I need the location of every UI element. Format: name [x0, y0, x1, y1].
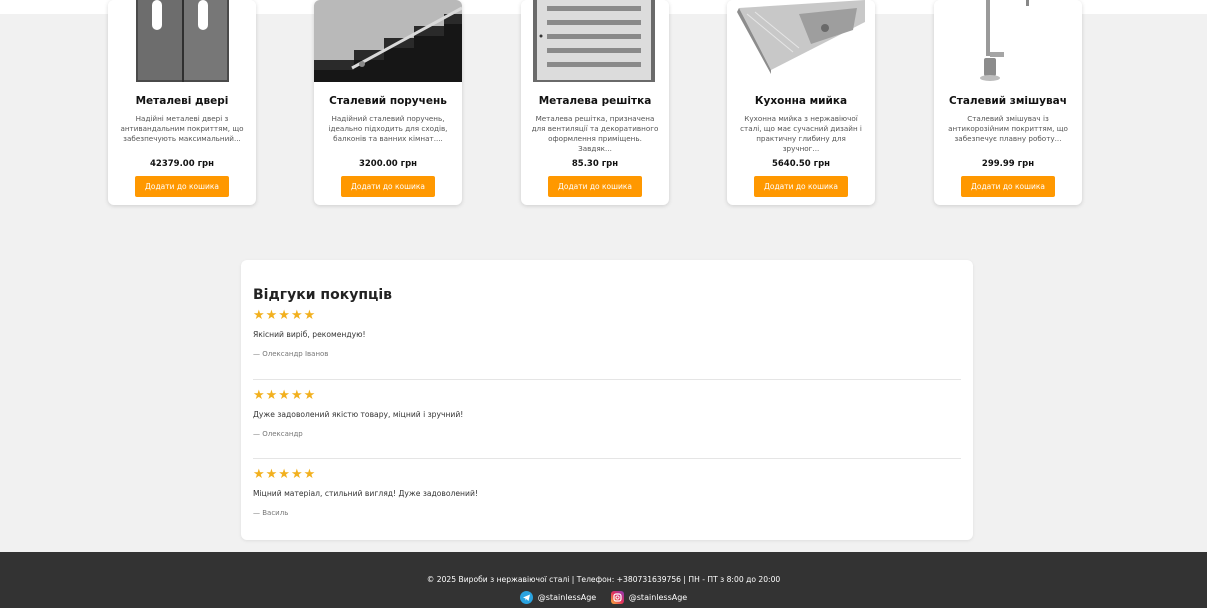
product-description: Сталевий змішувач із антикорозійним покр…: [948, 114, 1068, 143]
product-price: 299.99 грн: [981, 159, 1035, 169]
review-item: ★★★★★ Міцний матеріал, стильний вигляд! …: [253, 467, 961, 517]
review-text: Якісний виріб, рекомендую!: [253, 330, 366, 339]
review-item: ★★★★★ Якісний виріб, рекомендую! — Олекс…: [253, 308, 961, 358]
review-divider: [253, 458, 961, 459]
review-author: — Василь: [253, 509, 289, 517]
product-price: 42379.00 грн: [150, 159, 214, 169]
telegram-handle[interactable]: @stainlessAge: [538, 593, 596, 602]
product-description: Кухонна мийка з нержавіючої сталі, що ма…: [740, 114, 862, 153]
instagram-link[interactable]: @stainlessAge: [610, 591, 687, 604]
product-description: Металева решітка, призначена для вентиля…: [531, 114, 659, 153]
metal-door-image[interactable]: [108, 0, 256, 82]
add-to-cart-button[interactable]: Додати до кошика: [135, 176, 229, 197]
product-description: Надійний сталевий поручень, ідеально під…: [328, 114, 448, 143]
metal-grille-image[interactable]: [521, 0, 669, 82]
product-description: Надійні металеві двері з антивандальним …: [120, 114, 244, 143]
product-price: 85.30 грн: [571, 159, 619, 169]
add-to-cart-button[interactable]: Додати до кошика: [961, 176, 1055, 197]
product-name[interactable]: Металева решітка: [521, 95, 669, 107]
telegram-icon: [519, 591, 533, 604]
social-links: @stainlessAge @stainlessAge: [0, 591, 1207, 606]
kitchen-sink-image[interactable]: [727, 0, 875, 82]
star-rating: ★★★★★: [253, 467, 317, 482]
product-name[interactable]: Кухонна мийка: [727, 95, 875, 107]
add-to-cart-button[interactable]: Додати до кошика: [754, 176, 848, 197]
site-footer: © 2025 Вироби з нержавіючої сталі | Теле…: [0, 552, 1207, 608]
review-text: Міцний матеріал, стильний вигляд! Дуже з…: [253, 489, 478, 498]
steel-faucet-image[interactable]: [934, 0, 1082, 82]
review-text: Дуже задоволений якістю товару, міцний і…: [253, 410, 464, 419]
instagram-handle[interactable]: @stainlessAge: [629, 593, 687, 602]
review-item: ★★★★★ Дуже задоволений якістю товару, мі…: [253, 388, 961, 438]
product-card: Кухонна мийка Кухонна мийка з нержавіючо…: [727, 0, 875, 205]
star-rating: ★★★★★: [253, 388, 317, 403]
product-price: 5640.50 грн: [771, 159, 831, 169]
product-card: Металева решітка Металева решітка, призн…: [521, 0, 669, 205]
product-name[interactable]: Сталевий змішувач: [934, 95, 1082, 107]
star-rating: ★★★★★: [253, 308, 317, 323]
review-author: — Олександр Іванов: [253, 350, 329, 358]
product-name[interactable]: Металеві двері: [108, 95, 256, 107]
product-price: 3200.00 грн: [358, 159, 418, 169]
product-card: Сталевий змішувач Сталевий змішувач із а…: [934, 0, 1082, 205]
instagram-icon: [610, 591, 624, 604]
review-divider: [253, 379, 961, 380]
review-author: — Олександр: [253, 430, 303, 438]
footer-info: © 2025 Вироби з нержавіючої сталі | Теле…: [426, 575, 781, 584]
product-card: Металеві двері Надійні металеві двері з …: [108, 0, 256, 205]
add-to-cart-button[interactable]: Додати до кошика: [341, 176, 435, 197]
product-grid: Металеві двері Надійні металеві двері з …: [0, 0, 1207, 246]
telegram-link[interactable]: @stainlessAge: [519, 591, 596, 604]
product-name[interactable]: Сталевий поручень: [314, 95, 462, 107]
reviews-title: Відгуки покупців: [253, 287, 393, 303]
reviews-section: Відгуки покупців ★★★★★ Якісний виріб, ре…: [241, 260, 973, 540]
product-card: Сталевий поручень Надійний сталевий пору…: [314, 0, 462, 205]
steel-handrail-image[interactable]: [314, 0, 462, 82]
add-to-cart-button[interactable]: Додати до кошика: [548, 176, 642, 197]
